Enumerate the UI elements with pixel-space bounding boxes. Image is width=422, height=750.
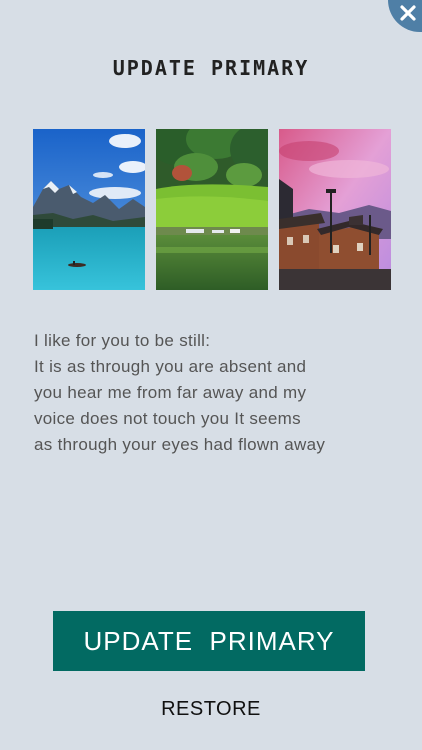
poem-line: as through your eyes had flown away <box>34 435 326 454</box>
sunset-houses-image <box>279 129 391 290</box>
mountain-lake-image <box>33 129 145 290</box>
green-field-lake-image <box>156 129 268 290</box>
poem-line: you hear me from far away and my <box>34 383 307 402</box>
poem-line: voice does not touch you It seems <box>34 409 301 428</box>
close-icon <box>400 5 416 21</box>
page-title: UPDATE PRIMARY <box>112 56 310 80</box>
poem-line: It is as through you are absent and <box>34 357 307 376</box>
poem-text: I like for you to be still: It is as thr… <box>34 328 394 458</box>
close-button[interactable] <box>388 0 422 32</box>
restore-button[interactable]: RESTORE <box>0 698 422 721</box>
thumbnail-sunset-houses[interactable] <box>279 129 391 290</box>
thumbnail-green-field[interactable] <box>156 129 268 290</box>
update-primary-button[interactable]: UPDATE PRIMARY <box>53 611 365 671</box>
thumbnail-mountain-lake[interactable] <box>33 129 145 290</box>
update-primary-label: UPDATE PRIMARY <box>83 625 335 656</box>
thumbnail-row <box>33 129 391 290</box>
poem-line: I like for you to be still: <box>34 331 211 350</box>
